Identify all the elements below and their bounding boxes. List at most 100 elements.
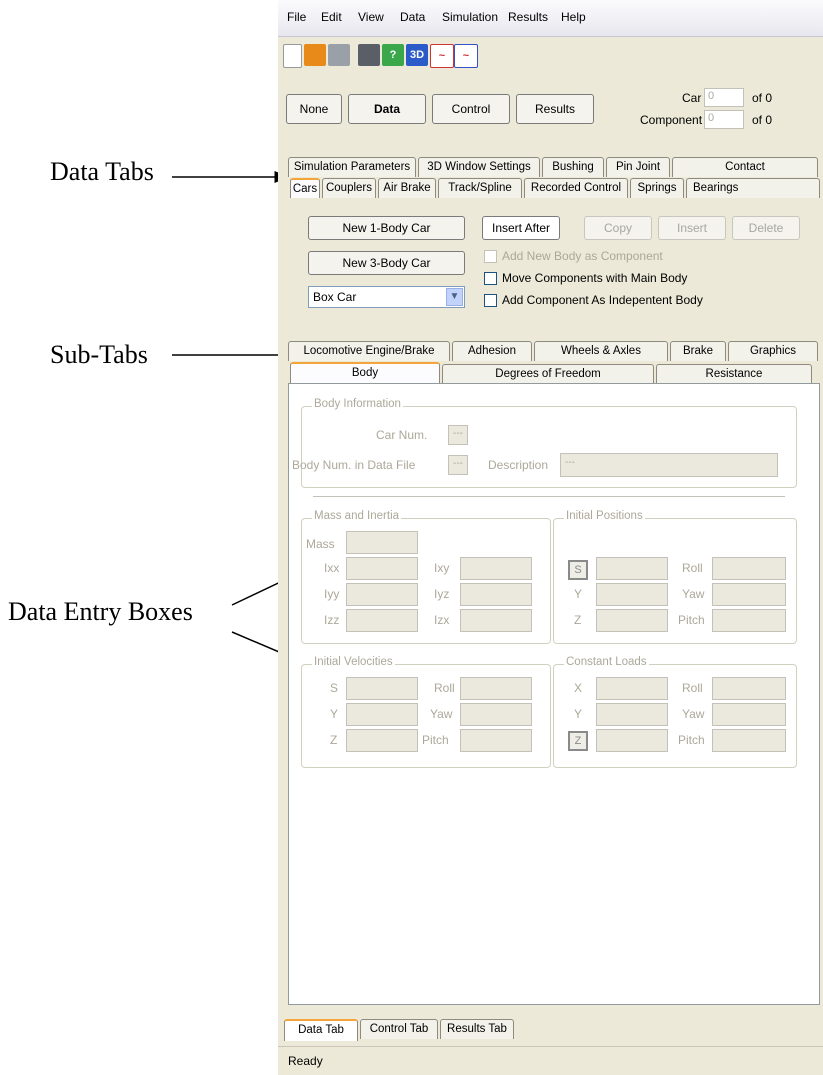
none-button[interactable]: None bbox=[286, 94, 342, 124]
ixy-label: Ixy bbox=[434, 561, 450, 575]
tab-track-spline[interactable]: Track/Spline bbox=[438, 178, 522, 198]
iyy-field[interactable] bbox=[346, 583, 418, 606]
mass-field[interactable] bbox=[346, 531, 418, 554]
save-icon[interactable] bbox=[328, 44, 350, 66]
tab-air-brake[interactable]: Air Brake bbox=[378, 178, 436, 198]
tab-body[interactable]: Body bbox=[290, 362, 440, 384]
constant-load-z-toggle[interactable]: Z bbox=[568, 731, 588, 751]
tab-graphics[interactable]: Graphics bbox=[728, 341, 818, 361]
data-button[interactable]: Data bbox=[348, 94, 426, 124]
car-spinner-value: 0 bbox=[708, 90, 715, 102]
izx-field[interactable] bbox=[460, 609, 532, 632]
velocity-pitch-label: Pitch bbox=[422, 733, 449, 747]
new-file-icon[interactable] bbox=[283, 44, 302, 68]
ixx-field[interactable] bbox=[346, 557, 418, 580]
insert-button[interactable]: Insert bbox=[658, 216, 726, 240]
car-spinner[interactable]: 0 bbox=[704, 88, 744, 107]
car-type-dropdown[interactable]: Box Car ▼ bbox=[308, 286, 465, 308]
compare-plot-icon[interactable]: ~ bbox=[454, 44, 478, 68]
results-button[interactable]: Results bbox=[516, 94, 594, 124]
mass-label: Mass bbox=[306, 537, 335, 551]
tab-adhesion[interactable]: Adhesion bbox=[452, 341, 532, 361]
ixy-field[interactable] bbox=[460, 557, 532, 580]
component-spinner[interactable]: 0 bbox=[704, 110, 744, 129]
new-3-body-car-button[interactable]: New 3-Body Car bbox=[308, 251, 465, 275]
position-s-field[interactable] bbox=[596, 557, 668, 580]
position-roll-field[interactable] bbox=[712, 557, 786, 580]
load-pitch-label: Pitch bbox=[678, 733, 705, 747]
velocity-z-label: Z bbox=[330, 733, 338, 747]
initial-velocities-group: Initial Velocities S Y Z Roll Yaw Pitch bbox=[301, 656, 551, 768]
tab-results-tab[interactable]: Results Tab bbox=[440, 1019, 514, 1039]
description-field[interactable]: --- bbox=[560, 453, 778, 477]
tab-cars[interactable]: Cars bbox=[290, 178, 320, 198]
plot-icon[interactable]: ~ bbox=[430, 44, 454, 68]
open-file-icon[interactable] bbox=[304, 44, 326, 66]
help-icon[interactable]: ? bbox=[382, 44, 404, 66]
menu-help[interactable]: Help bbox=[561, 10, 586, 24]
tab-bearings[interactable]: Bearings bbox=[686, 178, 820, 198]
tab-bushing[interactable]: Bushing bbox=[542, 157, 604, 177]
initial-position-s-toggle[interactable]: S bbox=[568, 560, 588, 580]
print-icon[interactable] bbox=[358, 44, 380, 66]
velocity-pitch-field[interactable] bbox=[460, 729, 532, 752]
velocity-y-label: Y bbox=[330, 707, 339, 721]
body-information-group: Body Information Car Num. --- Body Num. … bbox=[292, 398, 797, 488]
menu-edit[interactable]: Edit bbox=[321, 10, 342, 24]
tab-degrees-of-freedom[interactable]: Degrees of Freedom bbox=[442, 364, 654, 384]
menu-results[interactable]: Results bbox=[508, 10, 548, 24]
tab-wheels-axles[interactable]: Wheels & Axles bbox=[534, 341, 668, 361]
menu-file[interactable]: File bbox=[287, 10, 306, 24]
body-tab-panel: Body Information Car Num. --- Body Num. … bbox=[288, 383, 820, 1005]
3d-view-icon[interactable]: 3D bbox=[406, 44, 428, 66]
load-y-label: Y bbox=[574, 707, 583, 721]
add-component-label: Add Component As Indepentent Body bbox=[502, 293, 703, 307]
tab-3d-window-settings[interactable]: 3D Window Settings bbox=[418, 157, 540, 177]
izz-field[interactable] bbox=[346, 609, 418, 632]
velocity-yaw-field[interactable] bbox=[460, 703, 532, 726]
add-component-checkbox[interactable] bbox=[484, 294, 497, 307]
move-components-checkbox[interactable] bbox=[484, 272, 497, 285]
position-yaw-field[interactable] bbox=[712, 583, 786, 606]
velocity-roll-field[interactable] bbox=[460, 677, 532, 700]
load-pitch-field[interactable] bbox=[712, 729, 786, 752]
tab-control-tab[interactable]: Control Tab bbox=[360, 1019, 438, 1039]
tab-springs[interactable]: Springs bbox=[630, 178, 684, 198]
tab-resistance[interactable]: Resistance bbox=[656, 364, 812, 384]
new-1-body-car-button[interactable]: New 1-Body Car bbox=[308, 216, 465, 240]
tab-locomotive-engine-brake[interactable]: Locomotive Engine/Brake bbox=[288, 341, 450, 361]
menu-simulation[interactable]: Simulation bbox=[442, 10, 498, 24]
initial-positions-group: Initial Positions S Y Z Roll Yaw Pitch bbox=[553, 510, 797, 644]
add-new-body-checkbox[interactable] bbox=[484, 250, 497, 263]
velocity-z-field[interactable] bbox=[346, 729, 418, 752]
body-information-title: Body Information bbox=[312, 398, 403, 410]
load-roll-field[interactable] bbox=[712, 677, 786, 700]
delete-button[interactable]: Delete bbox=[732, 216, 800, 240]
position-pitch-field[interactable] bbox=[712, 609, 786, 632]
tab-simulation-parameters[interactable]: Simulation Parameters bbox=[288, 157, 416, 177]
tab-recorded-control[interactable]: Recorded Control bbox=[524, 178, 628, 198]
menu-data[interactable]: Data bbox=[400, 10, 425, 24]
menu-view[interactable]: View bbox=[358, 10, 384, 24]
load-z-field[interactable] bbox=[596, 729, 668, 752]
velocity-y-field[interactable] bbox=[346, 703, 418, 726]
iyy-label: Iyy bbox=[324, 587, 340, 601]
load-yaw-field[interactable] bbox=[712, 703, 786, 726]
iyz-field[interactable] bbox=[460, 583, 532, 606]
load-y-field[interactable] bbox=[596, 703, 668, 726]
tab-pin-joint[interactable]: Pin Joint bbox=[606, 157, 670, 177]
velocity-s-field[interactable] bbox=[346, 677, 418, 700]
control-button[interactable]: Control bbox=[432, 94, 510, 124]
tab-brake[interactable]: Brake bbox=[670, 341, 726, 361]
copy-button[interactable]: Copy bbox=[584, 216, 652, 240]
tab-contact[interactable]: Contact bbox=[672, 157, 818, 177]
insert-after-button[interactable]: Insert After bbox=[482, 216, 560, 240]
position-y-field[interactable] bbox=[596, 583, 668, 606]
component-of-count: of 0 bbox=[752, 113, 773, 127]
body-num-label: Body Num. in Data File bbox=[292, 458, 416, 472]
tab-couplers[interactable]: Couplers bbox=[322, 178, 376, 198]
load-x-field[interactable] bbox=[596, 677, 668, 700]
position-z-field[interactable] bbox=[596, 609, 668, 632]
tab-data-tab[interactable]: Data Tab bbox=[284, 1019, 358, 1041]
component-label: Component bbox=[640, 113, 703, 127]
